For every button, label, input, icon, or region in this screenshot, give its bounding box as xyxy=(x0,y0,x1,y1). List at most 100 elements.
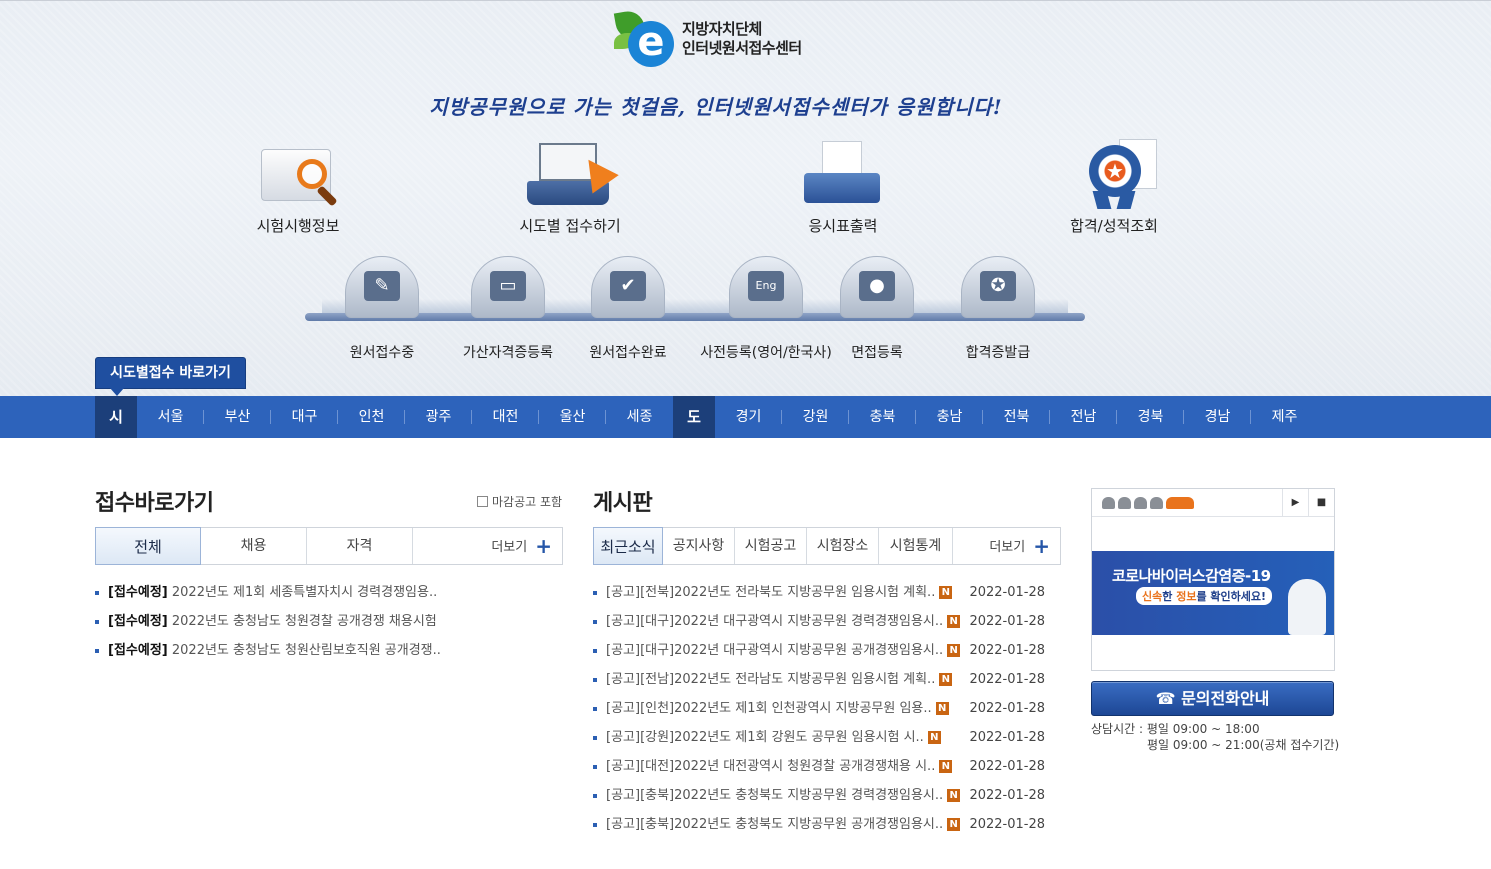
post-date: 2022-01-28 xyxy=(969,585,1045,600)
region-gangwon[interactable]: 강원 xyxy=(782,396,849,438)
post-title: [공고][충북]2022년도 충청북도 지방공무원 공개경쟁임용시.. xyxy=(606,817,944,832)
region-daegu[interactable]: 대구 xyxy=(271,396,338,438)
board-row[interactable]: [공고][충북]2022년도 충청북도 지방공무원 경력경쟁임용시.. N 2022… xyxy=(593,781,1053,810)
more-label: 더보기 xyxy=(989,540,1026,555)
quick-region-tab[interactable]: 시도별접수 바로가기 xyxy=(95,357,246,396)
new-badge: N xyxy=(947,789,961,802)
region-daejeon[interactable]: 대전 xyxy=(472,396,539,438)
board-row[interactable]: [공고][대전]2022년 대전광역시 청원경찰 공개경쟁채용 시.. N 2022… xyxy=(593,752,1053,781)
new-badge: N xyxy=(939,760,953,773)
banner-subtitle: 신속한 정보를 확인하세요! xyxy=(1136,587,1273,605)
post-date: 2022-01-28 xyxy=(969,817,1045,832)
board-row[interactable]: [공고][충북]2022년도 충청북도 지방공무원 공개경쟁임용시.. N 2022… xyxy=(593,810,1053,839)
list-item[interactable]: [접수예정] 2022년도 제1회 세종특별자치시 경력경쟁임용.. xyxy=(95,578,441,607)
sub-menu-label: 면접등록 xyxy=(851,345,903,361)
board-row[interactable]: [공고][강원]2022년도 제1회 강원도 공무원 임용시험 시.. N 2022… xyxy=(593,723,1053,752)
award-icon: ✪ xyxy=(980,271,1016,301)
medal-certificate-icon: ★ xyxy=(1069,137,1159,213)
tab-exam-place[interactable]: 시험장소 xyxy=(807,528,879,564)
menu-label: 시도별 접수하기 xyxy=(519,217,621,235)
tab-all[interactable]: 전체 xyxy=(95,527,201,565)
region-gyeongbuk[interactable]: 경북 xyxy=(1117,396,1184,438)
board-row[interactable]: [공고][전북]2022년도 전라북도 지방공무원 임용시험 계획.. N 2022… xyxy=(593,578,1053,607)
status-tag: [접수예정] xyxy=(108,585,168,600)
header: e 지방자치단체 인터넷원서접수센터 지방공무원으로 가는 첫걸음, 인터넷원서… xyxy=(0,0,1491,396)
menu-print-ticket[interactable]: 응시표출력 xyxy=(753,137,933,236)
folder-magnifier-icon xyxy=(253,137,343,213)
tab-license[interactable]: 자격 xyxy=(307,528,413,564)
region-seoul[interactable]: 서울 xyxy=(137,396,204,438)
board-row[interactable]: [공고][대구]2022년 대구광역시 지방공무원 공개경쟁임용시.. N 2022… xyxy=(593,636,1053,665)
menu-label: 시험시행정보 xyxy=(256,217,340,235)
slogan: 지방공무원으로 가는 첫걸음, 인터넷원서접수센터가 응원합니다! xyxy=(429,95,1003,119)
region-busan[interactable]: 부산 xyxy=(204,396,271,438)
region-gyeongnam[interactable]: 경남 xyxy=(1184,396,1251,438)
status-tag: [접수예정] xyxy=(108,643,168,658)
sub-menu-label: 원서접수완료 xyxy=(589,345,667,361)
post-title: [공고][전북]2022년도 전라북도 지방공무원 임용시험 계획.. xyxy=(606,585,936,600)
main-menu: 시험시행정보 시도별 접수하기 응시표출력 ★ 합격/성적조회 xyxy=(0,137,1491,247)
region-group-do: 도 xyxy=(673,396,715,438)
slide-dot-active[interactable] xyxy=(1166,497,1194,509)
post-title: [공고][대구]2022년 대구광역시 지방공무원 경력경쟁임용시.. xyxy=(606,614,944,629)
printer-icon xyxy=(798,137,888,213)
hours-line2: 평일 09:00 ~ 21:00(공채 접수기간) xyxy=(1147,738,1340,752)
tab-recent-news[interactable]: 최근소식 xyxy=(593,527,663,565)
reception-more-link[interactable]: 더보기 + xyxy=(413,528,562,564)
menu-label: 응시표출력 xyxy=(808,217,878,235)
tab-exam-stats[interactable]: 시험통계 xyxy=(879,528,953,564)
sub-menu-certificate-register[interactable]: ▭ 가산자격증등록 xyxy=(443,256,573,361)
board-more-link[interactable]: 더보기 + xyxy=(953,528,1060,564)
region-chungbuk[interactable]: 충북 xyxy=(849,396,916,438)
list-item[interactable]: [접수예정] 2022년도 충청남도 청원경찰 공개경쟁 채용시험 xyxy=(95,607,441,636)
slide-dot[interactable] xyxy=(1150,497,1163,509)
logo-e-icon: e xyxy=(613,8,676,69)
region-bar: 시 서울 부산 대구 인천 광주 대전 울산 세종 도 경기 강원 충북 충남 … xyxy=(0,396,1491,438)
hours-line1: 상담시간 : 평일 09:00 ~ 18:00 xyxy=(1091,722,1260,736)
contact-phone-button[interactable]: ☎ 문의전화안내 xyxy=(1091,681,1334,716)
region-gyeonggi[interactable]: 경기 xyxy=(715,396,782,438)
region-gwangju[interactable]: 광주 xyxy=(405,396,472,438)
covid-banner[interactable]: 코로나바이러스감염증-19 신속한 정보를 확인하세요! xyxy=(1092,551,1334,635)
region-jeju[interactable]: 제주 xyxy=(1251,396,1318,438)
region-incheon[interactable]: 인천 xyxy=(338,396,405,438)
post-date: 2022-01-28 xyxy=(969,788,1045,803)
play-icon[interactable]: ▶ xyxy=(1282,489,1308,516)
menu-apply-by-region[interactable]: 시도별 접수하기 xyxy=(480,137,660,236)
region-ulsan[interactable]: 울산 xyxy=(539,396,606,438)
slide-dot[interactable] xyxy=(1102,497,1115,509)
slide-dot[interactable] xyxy=(1134,497,1147,509)
region-jeonbuk[interactable]: 전북 xyxy=(983,396,1050,438)
site-logo[interactable]: e 지방자치단체 인터넷원서접수센터 xyxy=(613,8,802,69)
sub-menu-pass-certificate[interactable]: ✪ 합격증발급 xyxy=(933,256,1063,361)
board-row[interactable]: [공고][대구]2022년 대구광역시 지방공무원 경력경쟁임용시.. N 2022… xyxy=(593,607,1053,636)
region-chungnam[interactable]: 충남 xyxy=(916,396,983,438)
region-jeonnam[interactable]: 전남 xyxy=(1050,396,1117,438)
checkbox-box[interactable] xyxy=(477,496,488,507)
slide-dot[interactable] xyxy=(1118,497,1131,509)
item-text: 2022년도 충청남도 청원경찰 공개경쟁 채용시험 xyxy=(171,614,437,629)
menu-exam-info[interactable]: 시험시행정보 xyxy=(208,137,388,236)
board-row[interactable]: [공고][인천]2022년도 제1회 인천광역시 지방공무원 임용.. N 2022… xyxy=(593,694,1053,723)
tab-notice[interactable]: 공지사항 xyxy=(663,528,735,564)
new-badge: N xyxy=(947,644,961,657)
consult-hours: 상담시간 : 평일 09:00 ~ 18:00 평일 09:00 ~ 21:00… xyxy=(1091,721,1339,753)
banner-slider: ▶ ■ 코로나바이러스감염증-19 신속한 정보를 확인하세요! xyxy=(1091,488,1335,671)
closed-notice-checkbox[interactable]: 마감공고 포함 xyxy=(477,493,562,510)
sub-menu-applying[interactable]: ✎ 원서접수중 xyxy=(317,256,447,361)
new-badge: N xyxy=(935,702,949,715)
board-row[interactable]: [공고][전남]2022년도 전라남도 지방공무원 임용시험 계획.. N 2022… xyxy=(593,665,1053,694)
id-card-icon: ▭ xyxy=(490,271,526,301)
region-sejong[interactable]: 세종 xyxy=(606,396,673,438)
reception-title: 접수바로가기 xyxy=(95,491,214,516)
stop-icon[interactable]: ■ xyxy=(1308,489,1334,516)
sub-menu-apply-complete[interactable]: ✔ 원서접수완료 xyxy=(563,256,693,361)
tab-recruit[interactable]: 채용 xyxy=(201,528,307,564)
list-item[interactable]: [접수예정] 2022년도 충청남도 청원산림보호직원 공개경쟁.. xyxy=(95,636,441,665)
tab-exam-announce[interactable]: 시험공고 xyxy=(735,528,807,564)
menu-label: 합격/성적조회 xyxy=(1070,217,1158,235)
sub-menu-interview[interactable]: ● 면접등록 xyxy=(812,256,942,361)
checkbox-label: 마감공고 포함 xyxy=(492,495,563,509)
check-icon: ✔ xyxy=(610,271,646,301)
menu-result-check[interactable]: ★ 합격/성적조회 xyxy=(1024,137,1204,236)
